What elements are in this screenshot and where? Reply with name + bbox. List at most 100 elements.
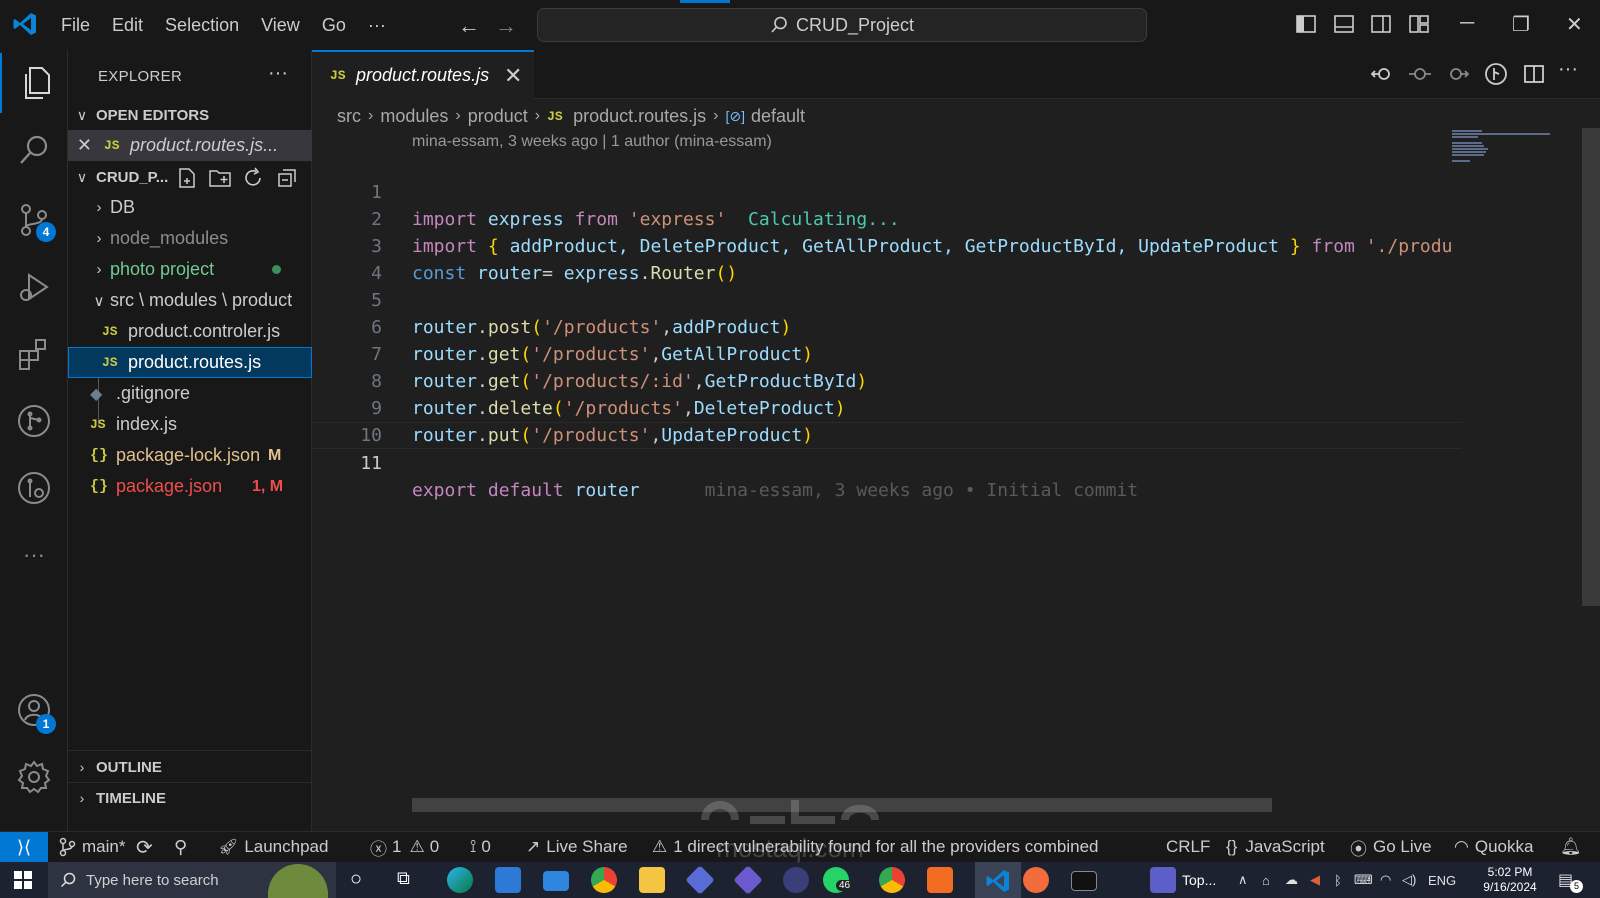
menu-file[interactable]: File [50, 15, 101, 36]
close-editor-icon[interactable]: ✕ [68, 135, 104, 156]
notification-center-icon[interactable]: ▤ [1558, 862, 1573, 898]
tree-file-controller[interactable]: JS product.controler.js [68, 316, 312, 347]
refresh-icon[interactable] [242, 167, 264, 189]
tree-folder-photo-project[interactable]: › photo project [68, 254, 312, 285]
store-icon[interactable] [495, 867, 521, 893]
tree-file-index[interactable]: JS index.js [68, 409, 312, 440]
menu-selection[interactable]: Selection [154, 15, 250, 36]
chrome-icon[interactable] [591, 867, 617, 893]
tab-product-routes[interactable]: JS product.routes.js ✕ [312, 50, 534, 99]
menu-more[interactable]: ··· [357, 15, 397, 36]
search-icon[interactable] [0, 120, 68, 180]
explorer-more-actions[interactable]: ··· [268, 62, 288, 85]
run-debug-icon[interactable] [0, 257, 68, 317]
vulnerability-status[interactable]: ⚠ 1 direct vulnerability found for all t… [652, 832, 1098, 862]
outline-section[interactable]: › OUTLINE [68, 752, 312, 782]
toggle-secondary-sidebar-icon[interactable] [1370, 13, 1392, 35]
tree-file-package-lock[interactable]: {} package-lock.json M [68, 440, 312, 471]
breadcrumb-file[interactable]: product.routes.js [573, 106, 706, 127]
tray-camera-icon[interactable]: ⌂ [1262, 862, 1270, 898]
tree-folder-db[interactable]: › DB [68, 192, 312, 223]
more-views-icon[interactable]: ··· [0, 525, 68, 585]
xampp-icon[interactable] [927, 867, 953, 893]
split-editor-icon[interactable] [1522, 62, 1546, 86]
mail-icon[interactable] [543, 871, 569, 891]
open-changes-previous-icon[interactable] [1370, 62, 1394, 86]
wifi-icon[interactable]: ◠ [1380, 862, 1391, 898]
problems-status[interactable]: ⓧ 1 ⚠ 0 [370, 832, 439, 862]
gitlens-icon[interactable] [0, 458, 68, 518]
bluetooth-icon[interactable]: ᛒ [1334, 862, 1342, 898]
eol-status[interactable]: CRLF [1166, 832, 1210, 862]
gitlens-inspect-icon[interactable] [1484, 62, 1508, 86]
terminal-icon[interactable] [1071, 871, 1097, 891]
app-icon[interactable] [783, 867, 809, 893]
go-live-status[interactable]: ⦿ Go Live [1350, 832, 1432, 862]
editor-more-actions-icon[interactable]: ··· [1558, 58, 1578, 81]
input-method-icon[interactable]: ⌨ [1354, 862, 1373, 898]
command-center-search[interactable]: CRUD_Project [537, 8, 1147, 42]
menu-go[interactable]: Go [311, 15, 357, 36]
remote-indicator-icon[interactable]: ⟩⟨ [0, 832, 48, 862]
settings-gear-icon[interactable] [0, 747, 68, 807]
forward-arrow-icon[interactable]: → [495, 13, 517, 39]
notifications-bell-icon[interactable]: 🔔︎ [1560, 832, 1582, 862]
customize-layout-icon[interactable] [1408, 13, 1430, 35]
breadcrumb-product[interactable]: product [468, 106, 528, 127]
explorer-icon[interactable] [0, 53, 68, 113]
task-view-icon[interactable]: ⧉ [397, 868, 410, 889]
edge-icon[interactable] [447, 867, 473, 893]
close-window-icon[interactable]: ✕ [1566, 12, 1583, 37]
back-arrow-icon[interactable]: ← [458, 13, 480, 39]
collapse-all-icon[interactable] [276, 167, 298, 189]
breadcrumb-modules[interactable]: modules [380, 106, 448, 127]
restore-icon[interactable]: ❐ [1512, 12, 1530, 37]
gitlens-codelens[interactable]: mina-essam, 3 weeks ago | 1 author (mina… [412, 133, 772, 151]
source-control-icon[interactable]: 4 [0, 190, 68, 250]
launchpad-status[interactable]: 🚀︎ Launchpad [218, 832, 328, 862]
chrome-icon[interactable] [879, 867, 905, 893]
toggle-primary-sidebar-icon[interactable] [1295, 13, 1317, 35]
volume-icon[interactable]: ◁) [1402, 862, 1416, 898]
tray-chevron-icon[interactable]: ∧ [1238, 862, 1248, 898]
breadcrumb-symbol[interactable]: default [751, 106, 805, 127]
toggle-panel-icon[interactable] [1333, 13, 1355, 35]
app-icon[interactable] [733, 865, 763, 895]
git-graph-icon[interactable] [0, 391, 68, 451]
teams-label[interactable]: Top... [1182, 872, 1216, 888]
language-status[interactable]: {} JavaScript [1226, 832, 1325, 862]
accounts-icon[interactable]: 1 [0, 680, 68, 740]
cortana-icon[interactable]: ○ [350, 868, 362, 891]
vertical-scrollbar[interactable] [1582, 128, 1600, 606]
onedrive-icon[interactable]: ☁ [1285, 862, 1298, 898]
open-editor-item[interactable]: ✕ JS product.routes.js... [68, 130, 312, 161]
menu-edit[interactable]: Edit [101, 15, 154, 36]
tree-folder-node-modules[interactable]: › node_modules [68, 223, 312, 254]
extensions-icon[interactable] [0, 324, 68, 384]
app-icon[interactable] [685, 865, 715, 895]
open-editors-section[interactable]: ∨ OPEN EDITORS [68, 100, 312, 130]
minimap[interactable] [1452, 128, 1552, 178]
tray-app-icon[interactable]: ◀ [1310, 862, 1320, 898]
project-section[interactable]: ∨ CRUD_P... [68, 162, 312, 192]
commit-icon[interactable] [1408, 62, 1432, 86]
new-file-icon[interactable] [176, 167, 198, 189]
clock[interactable]: 5:02 PM 9/16/2024 [1480, 865, 1540, 895]
new-folder-icon[interactable] [208, 167, 232, 189]
vscode-taskbar-icon[interactable] [985, 868, 1011, 894]
horizontal-scrollbar[interactable] [412, 798, 1272, 812]
tree-file-gitignore[interactable]: ◆ .gitignore [68, 378, 312, 409]
windows-start-icon[interactable] [14, 871, 32, 889]
open-changes-next-icon[interactable] [1446, 62, 1470, 86]
git-graph-status-icon[interactable]: ⚲ [174, 832, 187, 862]
tree-file-package[interactable]: {} package.json 1, M [68, 471, 312, 502]
sync-icon[interactable]: ⟳ [136, 832, 153, 862]
minimize-icon[interactable]: ─ [1460, 12, 1474, 35]
close-tab-icon[interactable]: ✕ [504, 63, 522, 89]
file-explorer-icon[interactable] [639, 867, 665, 893]
teams-icon[interactable] [1150, 867, 1176, 893]
menu-view[interactable]: View [250, 15, 311, 36]
timeline-section[interactable]: › TIMELINE [68, 783, 312, 813]
tree-file-routes[interactable]: JS product.routes.js [68, 347, 312, 378]
taskbar-search[interactable]: Type here to search [48, 862, 336, 898]
